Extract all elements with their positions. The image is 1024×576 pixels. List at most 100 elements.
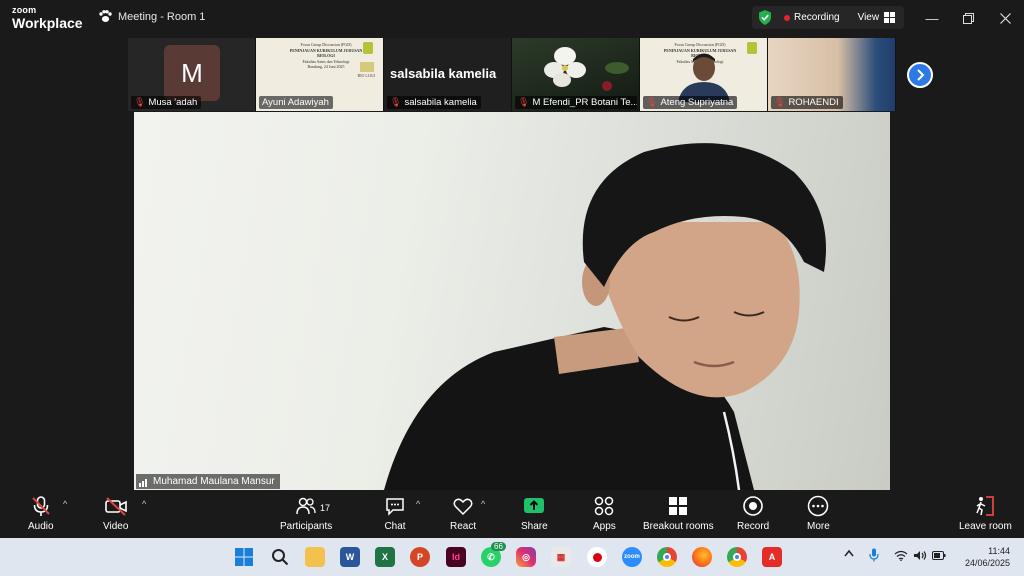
- video-button[interactable]: Video: [103, 495, 128, 532]
- excel-icon[interactable]: X: [375, 547, 395, 567]
- close-button[interactable]: [995, 8, 1015, 28]
- participant-name-tag: 🎙 salsabila kamelia: [387, 96, 481, 109]
- instagram-icon[interactable]: ◎: [516, 547, 536, 567]
- speaker-name: Muhamad Maulana Mansur: [153, 476, 275, 487]
- view-button[interactable]: View: [858, 12, 896, 23]
- next-page-button[interactable]: [907, 62, 933, 88]
- react-options-caret[interactable]: ^: [481, 499, 485, 509]
- mic-muted-icon: 🎙: [390, 97, 402, 107]
- meeting-title: Meeting - Room 1: [118, 10, 206, 23]
- avatar: M: [164, 45, 220, 101]
- windows-logo-icon: [235, 548, 253, 566]
- mic-muted-icon: [32, 496, 50, 516]
- more-label: More: [807, 521, 830, 532]
- acrobat-icon[interactable]: A: [762, 547, 782, 567]
- participant-tile[interactable]: 🎙 ROHAENDI: [768, 38, 896, 111]
- leave-label: Leave room: [959, 521, 1012, 532]
- participant-name: ROHAENDI: [788, 97, 839, 108]
- apps-label: Apps: [593, 521, 616, 532]
- battery-icon[interactable]: [932, 551, 946, 562]
- record-button[interactable]: Record: [737, 495, 769, 532]
- participants-label: Participants: [280, 521, 333, 532]
- chat-icon: [386, 498, 404, 516]
- meeting-title-area: Meeting - Room 1: [98, 10, 205, 23]
- brand-bottom: Workplace: [12, 15, 83, 31]
- heart-icon: [453, 498, 473, 516]
- close-icon: [999, 12, 1011, 24]
- whatsapp-badge: 66: [491, 542, 506, 551]
- recording-label[interactable]: Recording: [794, 12, 840, 23]
- audio-button[interactable]: Audio: [28, 495, 54, 532]
- record-label: Record: [737, 521, 770, 532]
- start-icon[interactable]: [234, 547, 254, 567]
- microphone-icon[interactable]: [869, 548, 879, 564]
- mic-muted-icon: 🎙: [646, 97, 658, 107]
- logo: [363, 42, 373, 54]
- react-button[interactable]: React: [450, 495, 476, 532]
- record-icon: [743, 496, 763, 516]
- more-button[interactable]: More: [807, 495, 830, 532]
- share-button[interactable]: Share: [521, 495, 548, 532]
- participant-name: Ateng Supriyatna: [660, 97, 734, 108]
- powerpoint-icon[interactable]: P: [410, 547, 430, 567]
- mic-muted-icon: 🎙: [774, 97, 786, 107]
- zoom-icon[interactable]: zoom: [622, 547, 642, 567]
- firefox-icon[interactable]: [692, 547, 712, 567]
- shield-icon[interactable]: [758, 10, 772, 25]
- leave-room-button[interactable]: Leave room: [959, 495, 1012, 532]
- participant-name-tag: 🎙 Ateng Supriyatna: [643, 96, 738, 109]
- logo: [360, 62, 374, 72]
- share-screen-icon: [524, 498, 545, 513]
- minimize-button[interactable]: —: [922, 8, 942, 28]
- slide-line: Bandung, 24 Juni 2025: [307, 64, 345, 70]
- logo: [747, 42, 757, 54]
- restore-button[interactable]: [958, 8, 978, 28]
- tray-overflow-icon[interactable]: [844, 549, 854, 559]
- record-icon[interactable]: [587, 547, 607, 567]
- participant-tile[interactable]: Focus Group Discussion (FGD) PENINJAUAN …: [256, 38, 384, 111]
- participant-tile[interactable]: salsabila kamelia 🎙 salsabila kamelia: [384, 38, 512, 111]
- chrome-profile-icon[interactable]: [727, 547, 747, 567]
- chat-options-caret[interactable]: ^: [416, 499, 420, 509]
- grid-view-icon: [884, 12, 896, 23]
- react-label: React: [450, 521, 477, 532]
- video-options-caret[interactable]: ^: [142, 499, 146, 509]
- search-icon[interactable]: [270, 547, 290, 567]
- mic-muted-icon: 🎙: [518, 97, 530, 107]
- participants-button[interactable]: Participants: [280, 495, 332, 532]
- breakout-rooms-button[interactable]: Breakout rooms: [643, 495, 714, 532]
- participant-tile[interactable]: M 🎙 Musa 'adah: [128, 38, 256, 111]
- clock-time: 11:44: [988, 546, 1010, 556]
- leave-icon: [976, 496, 995, 516]
- participant-tile[interactable]: 🎙 M Efendi_PR Botani Te...: [512, 38, 640, 111]
- participant-tile[interactable]: Focus Group Discussion (FGD) PENINJAUAN …: [640, 38, 768, 111]
- active-speaker-video[interactable]: Muhamad Maulana Mansur: [134, 112, 890, 490]
- person-video: [678, 53, 730, 102]
- chat-button[interactable]: Chat: [384, 495, 406, 532]
- app-icon[interactable]: ▦: [551, 547, 571, 567]
- volume-icon[interactable]: [913, 550, 927, 563]
- file-explorer-icon[interactable]: [305, 547, 325, 567]
- indesign-icon[interactable]: Id: [446, 547, 466, 567]
- apps-icon: [595, 496, 614, 516]
- magnifier-icon: [272, 549, 289, 566]
- participant-name-tag: Ayuni Adawiyah: [259, 96, 333, 109]
- participant-name: Ayuni Adawiyah: [262, 97, 329, 108]
- participant-name: Musa 'adah: [148, 97, 198, 108]
- chevron-right-icon: [917, 69, 925, 81]
- system-clock[interactable]: 11:44 24/06/2025: [965, 545, 1010, 569]
- mic-muted-icon: 🎙: [134, 97, 146, 107]
- title-bar: zoom Workplace Meeting - Room 1 Recordin…: [0, 0, 1024, 36]
- wifi-icon[interactable]: [894, 550, 908, 563]
- audio-options-caret[interactable]: ^: [63, 499, 67, 509]
- speaker-image: [384, 143, 826, 490]
- audio-label: Audio: [28, 521, 54, 532]
- signal-icon: [139, 478, 147, 487]
- brand-top: zoom: [12, 5, 37, 15]
- word-icon[interactable]: W: [340, 547, 360, 567]
- participant-name: salsabila kamelia: [404, 97, 477, 108]
- chrome-icon[interactable]: [657, 547, 677, 567]
- speaker-name-tag: Muhamad Maulana Mansur: [136, 474, 280, 489]
- apps-button[interactable]: Apps: [593, 495, 616, 532]
- video-off-icon: [104, 497, 127, 516]
